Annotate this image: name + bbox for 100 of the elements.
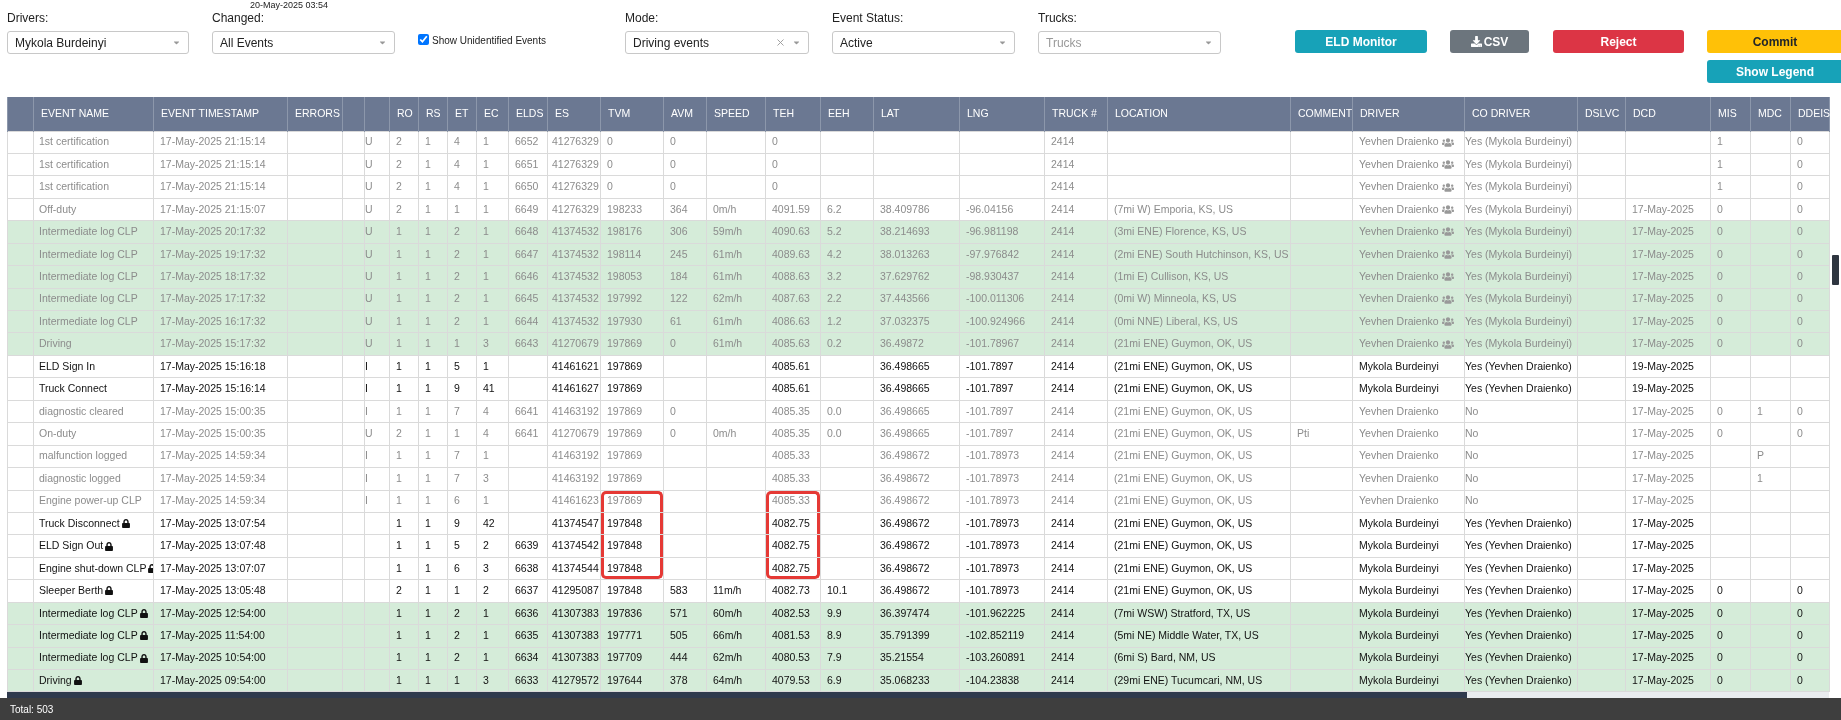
- table-cell: 0: [1717, 314, 1723, 327]
- table-cell: 197644: [607, 673, 643, 686]
- column-header: SPEED: [706, 97, 766, 131]
- filter-label: Changed:: [212, 10, 266, 26]
- table-row[interactable]: On-duty 17-May-2025 15:00:35 U 2 1 1 4 6641 41270679 197869 0 0m/h 4085.35 0.0 36.498665 -101.7897 2414 (21mi ENE) Guymon, OK, US Pti Yevhen Draienko No 17-May-2025 0 0: [7, 422, 1830, 446]
- table-cell: 0: [1717, 337, 1723, 350]
- action-button[interactable]: CSV: [1450, 30, 1529, 53]
- event-name: Intermediate log CLP: [39, 605, 138, 621]
- table-cell: 2: [454, 628, 460, 641]
- select-field[interactable]: Mykola Burdeinyi: [7, 31, 189, 54]
- table-cell: 0: [1797, 314, 1803, 327]
- table-cell: 17-May-2025: [1632, 404, 1694, 417]
- select-field[interactable]: All Events: [212, 31, 395, 54]
- table-row[interactable]: ELD Sign Out 17-May-2025 13:07:48 1 1 5 2 6639 41374542 197848 4082.75 36.498672 -101.78973 2414 (21mi ENE) Guymon, OK, US Mykola Burdeinyi Yes (Yevhen Draienko) 17-May-2025: [7, 534, 1830, 558]
- table-cell: 6644: [515, 314, 539, 327]
- table-row[interactable]: Intermediate log CLP 17-May-2025 10:54:00 1 1 2 1 6634 41307383 197709 444 62m/h 4080.53 7.9 35.21554 -103.260891 2414 (6mi S) Bard, NM, US Mykola Burdeinyi Yes (Yevhen Draienko) 17-May-2025 0 0: [7, 647, 1830, 670]
- table-cell: 0: [1797, 427, 1803, 440]
- table-row[interactable]: ELD Sign In 17-May-2025 15:16:18 I 1 1 5 1 41461621 197869 4085.61 36.498665 -101.7897 2414 (21mi ENE) Guymon, OK, US Mykola Burdeinyi Yes (Yevhen Draienko) 19-May-2025: [7, 355, 1830, 378]
- table-cell: 6: [454, 494, 460, 507]
- table-row[interactable]: Driving 17-May-2025 15:17:32 U 1 1 1 3 6643 41270679 197869 0 61m/h 4085.63 0.2 36.49872 -101.78967 2414 (21mi ENE) Guymon, OK, US Yevhen Draienko Yes (Mykola Burdeinyi) 17-May-2025 0 0: [7, 332, 1830, 356]
- table-cell: 2414: [1051, 516, 1075, 529]
- table-cell: 61m/h: [713, 337, 743, 350]
- select-field[interactable]: Trucks: [1038, 31, 1221, 54]
- table-cell: 2414: [1051, 180, 1075, 193]
- table-cell: 1: [425, 471, 431, 484]
- table-cell: 2: [454, 292, 460, 305]
- table-row[interactable]: diagnostic logged 17-May-2025 14:59:34 I 1 1 7 3 41463192 197869 4085.33 36.498672 -101.78973 2414 (21mi ENE) Guymon, OK, US Yevhen Draienko No 17-May-2025 1: [7, 467, 1830, 490]
- table-row[interactable]: 1st certification 17-May-2025 21:15:14 U 2 1 4 1 6651 41276329 0 0 0 2414 Yevhen Draienko Yes (Mykola Burdeinyi) 1 0: [7, 153, 1830, 176]
- action-button[interactable]: Reject: [1553, 30, 1684, 53]
- table-row[interactable]: Driving 17-May-2025 09:54:00 1 1 1 3 6633 41279572 197644 378 64m/h 4079.53 6.9 35.068233 -104.23838 2414 (29mi ENE) Tucumcari, NM, US Mykola Burdeinyi Yes (Yevhen Draienko) 17-May-2025 0 0: [7, 669, 1830, 692]
- table-cell: (21mi ENE) Guymon, OK, US: [1114, 494, 1253, 507]
- table-cell: No: [1465, 404, 1479, 417]
- table-cell: 197869: [607, 404, 643, 417]
- table-cell: 0: [1797, 157, 1803, 170]
- table-cell: 41307383: [552, 606, 599, 619]
- table-cell: -100.011306: [966, 292, 1025, 305]
- action-button[interactable]: Show Legend: [1707, 60, 1841, 83]
- table-cell: 1: [1717, 157, 1723, 170]
- table-cell: 3: [483, 471, 489, 484]
- table-row[interactable]: Truck Disconnect 17-May-2025 13:07:54 1 1 9 42 41374547 197848 4082.75 36.498672 -101.78973 2414 (21mi ENE) Guymon, OK, US Mykola Burdeinyi Yes (Yevhen Draienko) 17-May-2025: [7, 512, 1830, 535]
- table-row[interactable]: 1st certification 17-May-2025 21:15:14 U 2 1 4 1 6652 41276329 0 0 0 2414 Yevhen Draienko Yes (Mykola Burdeinyi) 1 0: [7, 131, 1830, 154]
- table-row[interactable]: Sleeper Berth 17-May-2025 13:05:48 2 1 1 2 6637 41295087 197848 583 11m/h 4082.73 10.1 36.498672 -101.78973 2414 (21mi ENE) Guymon, OK, US Mykola Burdeinyi Yes (Yevhen Draienko) 17-May-2025 0 0: [7, 579, 1830, 603]
- column-header: DDEIS: [1790, 97, 1830, 131]
- table-row[interactable]: Truck Connect 17-May-2025 15:16:14 I 1 1 9 41 41461627 197869 4085.61 36.498665 -101.7897 2414 (21mi ENE) Guymon, OK, US Mykola Burdeinyi Yes (Yevhen Draienko) 19-May-2025: [7, 377, 1830, 401]
- table-row[interactable]: diagnostic cleared 17-May-2025 15:00:35 I 1 1 7 4 6641 41463192 197869 0 4085.35 0.0 36.498665 -101.7897 2414 (21mi ENE) Guymon, OK, US Yevhen Draienko No 17-May-2025 0 1 0: [7, 400, 1830, 423]
- table-cell: -101.78973: [966, 494, 1020, 507]
- table-cell: 17-May-2025: [1632, 539, 1694, 552]
- table-cell: 0: [1717, 202, 1723, 215]
- table-cell: 1: [396, 516, 402, 529]
- table-cell: 6641: [515, 427, 539, 440]
- select-field[interactable]: Driving events: [625, 31, 809, 54]
- table-cell: 0: [1717, 427, 1723, 440]
- table-cell: 37.443566: [880, 292, 930, 305]
- table-cell: 198176: [607, 225, 643, 238]
- table-cell: 17-May-2025 16:17:32: [160, 314, 266, 327]
- table-cell: 1: [396, 606, 402, 619]
- table-cell: -101.78973: [966, 516, 1020, 529]
- table-cell: (21mi ENE) Guymon, OK, US: [1114, 471, 1253, 484]
- table-cell: (7mi WSW) Stratford, TX, US: [1114, 606, 1251, 619]
- table-row[interactable]: Engine shut-down CLP 17-May-2025 13:07:07 1 1 6 3 6638 41374544 197848 4082.75 36.498672 -101.78973 2414 (21mi ENE) Guymon, OK, US Mykola Burdeinyi Yes (Yevhen Draienko) 17-May-2025: [7, 557, 1830, 580]
- table-cell: No: [1465, 471, 1479, 484]
- driver-name: Mykola Burdeinyi: [1359, 560, 1439, 576]
- table-cell: 17-May-2025 13:05:48: [160, 584, 266, 597]
- table-row[interactable]: Engine power-up CLP 17-May-2025 14:59:34 I 1 1 6 1 41461623 197869 4085.33 36.498672 -101.78973 2414 (21mi ENE) Guymon, OK, US Yevhen Draienko No 17-May-2025: [7, 490, 1830, 513]
- table-row[interactable]: 1st certification 17-May-2025 21:15:14 U 2 1 4 1 6650 41276329 0 0 0 2414 Yevhen Draienko Yes (Mykola Burdeinyi) 1 0: [7, 175, 1830, 199]
- table-cell: 1: [1717, 180, 1723, 193]
- table-cell: 6649: [515, 202, 539, 215]
- column-header: AVM: [663, 97, 707, 131]
- table-cell: (21mi ENE) Guymon, OK, US: [1114, 337, 1253, 350]
- driver-name: Yevhen Draienko: [1359, 134, 1439, 150]
- table-cell: 1: [425, 382, 431, 395]
- table-row[interactable]: Off-duty 17-May-2025 21:15:07 U 2 1 1 1 6649 41276329 198233 364 0m/h 4091.59 6.2 38.409786 -96.04156 2414 (7mi W) Emporia, KS, US Yevhen Draienko Yes (Mykola Burdeinyi) 17-May-2025 0 0: [7, 198, 1830, 221]
- table-cell: 6.2: [827, 202, 842, 215]
- table-cell: 0: [607, 135, 613, 148]
- table-cell: 17-May-2025 15:00:35: [160, 404, 266, 417]
- table-cell: P: [1757, 449, 1764, 462]
- table-cell: 4: [454, 135, 460, 148]
- table-cell: 2414: [1051, 135, 1075, 148]
- action-button[interactable]: ELD Monitor: [1295, 30, 1427, 53]
- table-cell: 41276329: [552, 202, 599, 215]
- table-cell: 0: [670, 157, 676, 170]
- table-cell: Yes (Mykola Burdeinyi): [1465, 157, 1572, 170]
- driver-name: Yevhen Draienko: [1359, 448, 1439, 464]
- action-button[interactable]: Commit: [1707, 30, 1841, 53]
- table-row[interactable]: malfunction logged 17-May-2025 14:59:34 I 1 1 7 1 41463192 197869 4085.33 36.498672 -101.78973 2414 (21mi ENE) Guymon, OK, US Yevhen Draienko No 17-May-2025 P: [7, 445, 1830, 468]
- column-header: TVM: [600, 97, 664, 131]
- table-cell: 2.2: [827, 292, 842, 305]
- table-row[interactable]: Intermediate log CLP 17-May-2025 18:17:32 U 1 1 2 1 6646 41374532 198053 184 61m/h 4088.63 3.2 37.629762 -98.930437 2414 (1mi E) Cullison, KS, US Yevhen Draienko Yes (Mykola Burdeinyi) 17-May-2025 0 0: [7, 265, 1830, 289]
- table-cell: (21mi ENE) Guymon, OK, US: [1114, 427, 1253, 440]
- event-name: malfunction logged: [39, 448, 128, 464]
- select-field[interactable]: Active: [832, 31, 1015, 54]
- table-cell: 6645: [515, 292, 539, 305]
- table-cell: 41: [483, 382, 495, 395]
- table-cell: Yes (Mykola Burdeinyi): [1465, 314, 1572, 327]
- table-cell: 6650: [515, 180, 539, 193]
- table-cell: 1: [396, 404, 402, 417]
- table-cell: 17-May-2025: [1632, 673, 1694, 686]
- table-cell: 41461621: [552, 359, 599, 372]
- event-name: Driving: [39, 336, 72, 352]
- table-cell: 1: [425, 427, 431, 440]
